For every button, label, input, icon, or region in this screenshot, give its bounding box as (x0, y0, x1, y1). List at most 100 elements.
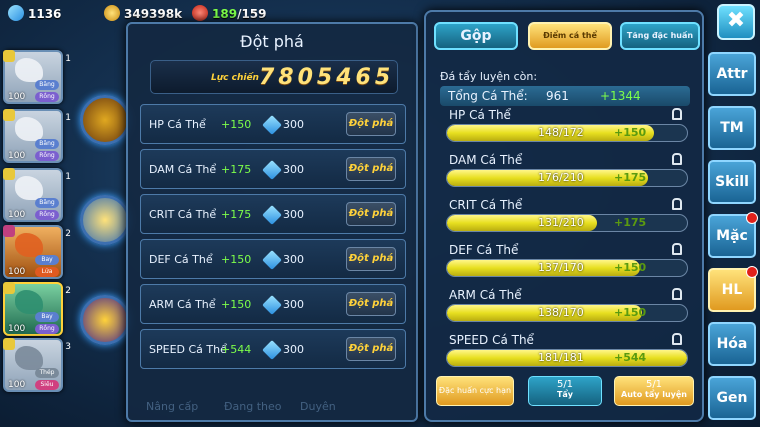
team-card-selected[interactable]: 2 Bay Rồng 100 (3, 282, 71, 336)
stat-bonus: +544 (614, 351, 647, 364)
alert-badge-icon (746, 212, 758, 224)
weapon-slot-icon[interactable] (80, 95, 130, 145)
stat-name: DEF Cá Thể (149, 253, 213, 266)
gem-icon (262, 250, 282, 270)
type-tag: Băng (35, 198, 59, 208)
lock-icon[interactable] (672, 333, 682, 345)
total-label: Tổng Cá Thể: (448, 89, 528, 103)
auto-refine-button[interactable]: 5/1 Auto tẩy luyện (614, 376, 694, 406)
total-bonus: +1344 (600, 89, 641, 103)
stat-bar-row: DAM Cá Thể 176/210 +175 (446, 153, 688, 189)
team-card[interactable]: 1 Băng Rồng 100 (3, 168, 71, 222)
stat-ratio: 137/170 (538, 261, 584, 274)
gem-cost: 300 (283, 298, 304, 311)
type-tag: Băng (35, 139, 59, 149)
lock-icon[interactable] (672, 108, 682, 120)
stat-bar-row: DEF Cá Thể 137/170 +150 (446, 243, 688, 279)
gem-counter: 1136 (8, 5, 61, 21)
side-tab-1[interactable]: TM (708, 106, 756, 150)
breakthrough-button[interactable]: Đột phá (346, 337, 396, 361)
breakthrough-button[interactable]: Đột phá (346, 292, 396, 316)
tab-individual-points[interactable]: Điểm cá thể (528, 22, 612, 50)
side-tab-0[interactable]: Attr (708, 52, 756, 96)
slot-number: 1 (65, 172, 71, 182)
level-label: 100 (8, 151, 26, 161)
gem-cost: 300 (283, 208, 304, 221)
team-card[interactable]: 3 Thép Siêu 100 (3, 338, 71, 392)
bag-slot-icon[interactable] (80, 195, 130, 245)
tab-affinity[interactable]: Duyên (300, 400, 336, 413)
stat-name: DAM Cá Thể (449, 153, 523, 167)
breakthrough-button[interactable]: Đột phá (346, 112, 396, 136)
stat-bonus: +150 (614, 306, 647, 319)
stat-ratio: 148/172 (538, 126, 584, 139)
alert-badge-icon (746, 266, 758, 278)
breakthrough-button[interactable]: Đột phá (346, 202, 396, 226)
gem-icon (8, 5, 24, 21)
monster-portrait (15, 290, 43, 314)
lock-icon[interactable] (672, 153, 682, 165)
stat-row: SPEED Cá Thể +544 300 Đột phá (140, 329, 406, 369)
level-label: 100 (8, 380, 26, 390)
slot-number: 1 (65, 113, 71, 123)
stat-row: DEF Cá Thể +150 300 Đột phá (140, 239, 406, 279)
stat-ratio: 181/181 (538, 351, 584, 364)
stamina-counter: 189/159 (192, 5, 267, 21)
gem-cost: 300 (283, 343, 304, 356)
side-tab-6[interactable]: Gen (708, 376, 756, 420)
stat-bonus: +175 (614, 171, 647, 184)
monster-portrait (15, 176, 43, 200)
team-card[interactable]: 1 Băng Rồng 100 (3, 109, 71, 163)
slot-number: 1 (65, 54, 71, 64)
breakthrough-button[interactable]: Đột phá (346, 157, 396, 181)
tab-merge[interactable]: Gộp (434, 22, 518, 50)
total-value: 961 (546, 89, 569, 103)
gold-coin-icon (104, 5, 120, 21)
stat-bonus: +175 (614, 216, 647, 229)
tab-upgrade[interactable]: Nâng cấp (146, 400, 198, 413)
rank-icon (3, 225, 15, 237)
slot-number: 2 (65, 286, 71, 296)
lock-icon[interactable] (672, 243, 682, 255)
stat-name: HP Cá Thể (149, 118, 206, 131)
breakthrough-button[interactable]: Đột phá (346, 247, 396, 271)
refine-button[interactable]: 5/1 Tẩy (528, 376, 602, 406)
side-tab-4[interactable]: HL (708, 266, 758, 312)
gem-value: 1136 (28, 7, 62, 21)
stat-ratio: 176/210 (538, 171, 584, 184)
stat-ratio: 131/210 (538, 216, 584, 229)
tab-following[interactable]: Đang theo (224, 400, 282, 413)
type-tag: Thép (35, 368, 59, 378)
side-tab-2[interactable]: Skill (708, 160, 756, 204)
type-tag: Siêu (35, 380, 59, 390)
stat-bar-row: SPEED Cá Thể 181/181 +544 (446, 333, 688, 369)
team-sidebar: 1 Băng Rồng 100 1 Băng Rồng 100 1 Băng Rồng 100 2… (0, 40, 71, 427)
level-label: 100 (8, 92, 26, 102)
total-individual-box: Tổng Cá Thể: 961 +1344 (440, 86, 690, 106)
gear-slot-icon[interactable] (80, 295, 130, 345)
extreme-training-button[interactable]: Đặc huấn cực hạn (436, 376, 514, 406)
stat-name: CRIT Cá Thể (449, 198, 523, 212)
stat-bar-row: ARM Cá Thể 138/170 +150 (446, 288, 688, 324)
stat-bonus: +175 (221, 208, 252, 221)
close-button[interactable]: ✖ (717, 4, 755, 40)
monster-portrait (15, 233, 43, 257)
stat-name: SPEED Cá Thể (149, 343, 227, 356)
rank-icon (3, 50, 15, 62)
rank-icon (3, 338, 15, 350)
side-tab-5[interactable]: Hóa (708, 322, 756, 366)
monster-portrait (15, 58, 43, 82)
gold-counter: 349398k (104, 5, 182, 21)
lock-icon[interactable] (672, 288, 682, 300)
rank-icon (3, 282, 15, 294)
lock-icon[interactable] (672, 198, 682, 210)
combat-power-box: Lực chiến 7805465 (150, 60, 398, 94)
type-tag: Rồng (35, 151, 59, 161)
side-tab-3[interactable]: Mặc (708, 212, 758, 258)
type-tag: Rồng (35, 324, 59, 334)
stamina-value: 189 (212, 7, 238, 21)
team-card[interactable]: 1 Băng Rồng 100 (3, 50, 71, 104)
tab-special-training[interactable]: Tăng đặc huấn (620, 22, 700, 50)
team-card[interactable]: 2 Bay Lửa 100 (3, 225, 71, 279)
auto-refine-label: Auto tẩy luyện (621, 390, 687, 399)
